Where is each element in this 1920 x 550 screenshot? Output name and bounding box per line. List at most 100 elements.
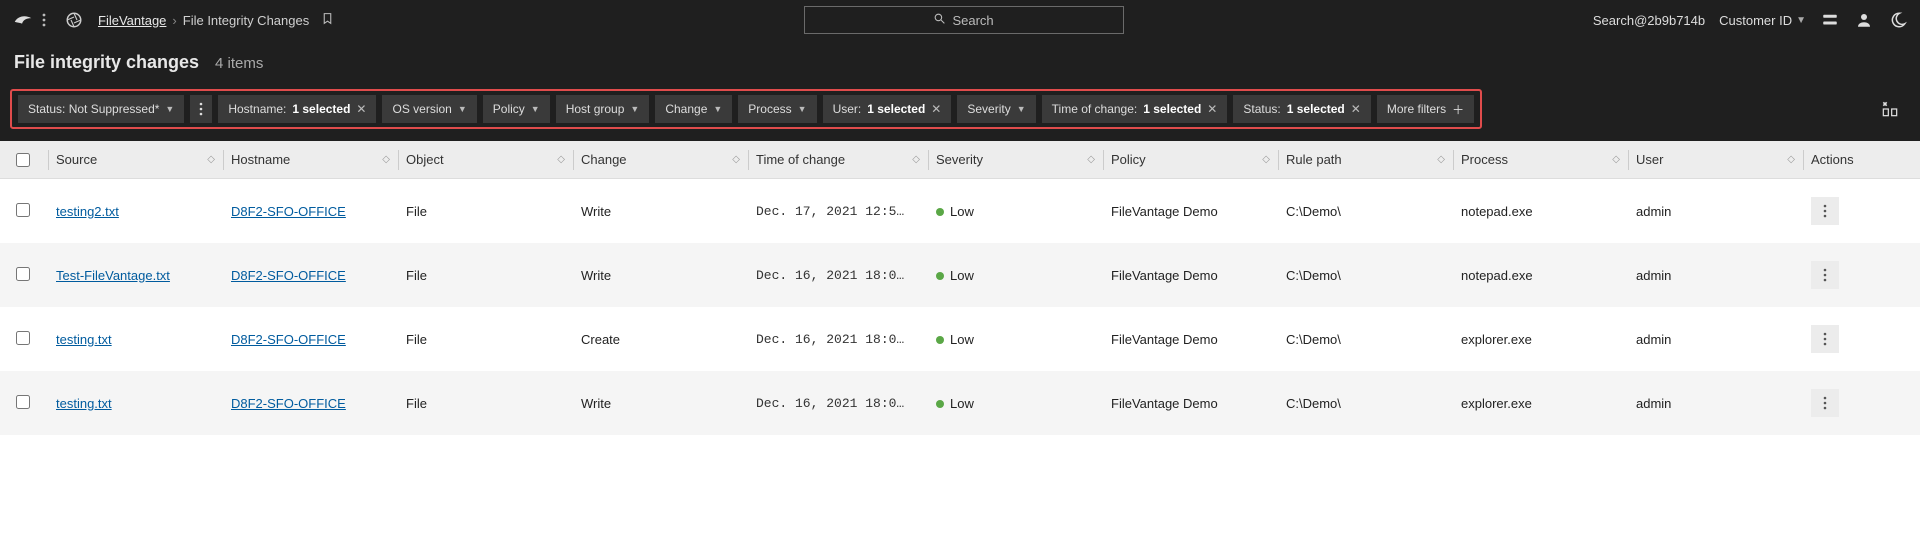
chevron-down-icon: ▼ [165,104,174,114]
filter-highlight-region: Status: Not Suppressed* ▼ Hostname: 1 se… [10,89,1482,129]
more-filters-button[interactable]: More filters ＋ [1377,95,1474,123]
rule-cell: C:\Demo\ [1286,396,1461,411]
chevron-down-icon: ▼ [798,104,807,114]
chevron-down-icon: ▼ [1796,15,1806,26]
time-cell: Dec. 17, 2021 12:5… [756,204,936,219]
row-actions-button[interactable] [1811,325,1839,353]
table-body: testing2.txtD8F2-SFO-OFFICEFileWriteDec.… [0,179,1920,435]
filter-chip[interactable]: Host group▼ [556,95,650,123]
column-layout-icon[interactable] [1876,95,1904,123]
col-process[interactable]: Process◇ [1461,152,1636,167]
policy-cell: FileVantage Demo [1111,268,1286,283]
filter-chip[interactable]: Hostname: 1 selected✕ [218,95,376,123]
filter-kebab-button[interactable] [190,95,212,123]
filter-chip[interactable]: Time of change: 1 selected✕ [1042,95,1228,123]
row-actions-button[interactable] [1811,261,1839,289]
rule-cell: C:\Demo\ [1286,204,1461,219]
app-icon[interactable] [64,10,84,30]
hostname-link[interactable]: D8F2-SFO-OFFICE [231,204,346,219]
settings-icon[interactable] [1820,10,1840,30]
separator-icon [42,13,56,27]
page-title: File integrity changes [14,52,199,73]
user-cell: admin [1636,332,1811,347]
row-actions-button[interactable] [1811,389,1839,417]
process-cell: explorer.exe [1461,396,1636,411]
col-severity[interactable]: Severity◇ [936,152,1111,167]
filter-chips: Hostname: 1 selected✕OS version▼Policy▼H… [218,95,1370,123]
severity-cell: Low [936,204,1111,219]
chevron-right-icon: › [172,13,176,28]
chevron-down-icon: ▼ [1017,104,1026,114]
source-link[interactable]: testing.txt [56,332,112,347]
brand-logo-icon[interactable] [12,9,34,31]
close-icon[interactable]: ✕ [356,102,366,116]
row-checkbox[interactable] [16,267,30,281]
chevron-down-icon: ▼ [630,104,639,114]
table-row: testing.txtD8F2-SFO-OFFICEFileWriteDec. … [0,371,1920,435]
col-hostname[interactable]: Hostname◇ [231,152,406,167]
object-cell: File [406,268,581,283]
row-actions-button[interactable] [1811,197,1839,225]
change-cell: Create [581,332,756,347]
search-icon [933,12,946,28]
page-title-bar: File integrity changes 4 items [0,40,1920,83]
row-checkbox[interactable] [16,395,30,409]
table-row: Test-FileVantage.txt D8F2-SFO-OFFICE FileW… [0,243,1920,307]
filter-chip[interactable]: Policy▼ [483,95,550,123]
topbar-left: FileVantage › File Integrity Changes [12,9,334,31]
object-cell: File [406,332,581,347]
account-label[interactable]: Search@2b9b714b [1593,13,1705,28]
rule-cell: C:\Demo\ [1286,332,1461,347]
source-link[interactable]: Test-FileVantage.txt [56,268,170,283]
row-checkbox[interactable] [16,331,30,345]
col-user[interactable]: User◇ [1636,152,1811,167]
source-link[interactable]: testing.txt [56,396,112,411]
source-link[interactable]: testing2.txt [56,204,119,219]
col-source[interactable]: Source◇ [56,152,231,167]
filter-chip[interactable]: OS version▼ [382,95,476,123]
process-cell: notepad.exe [1461,268,1636,283]
chevron-down-icon: ▼ [531,104,540,114]
topbar-right: Search@2b9b714b Customer ID ▼ [1593,10,1908,30]
topbar: FileVantage › File Integrity Changes Sea… [0,0,1920,40]
search-placeholder: Search [952,13,993,28]
user-cell: admin [1636,268,1811,283]
change-cell: Write [581,396,756,411]
close-icon[interactable]: ✕ [931,102,941,116]
change-cell: Write [581,268,756,283]
table-row: testing2.txtD8F2-SFO-OFFICEFileWriteDec.… [0,179,1920,243]
hostname-link[interactable]: D8F2-SFO-OFFICE [231,332,346,347]
select-all-checkbox[interactable] [16,153,30,167]
select-all-cell [16,153,56,167]
hostname-link[interactable]: D8F2-SFO-OFFICE [231,268,346,283]
table-row: testing.txtD8F2-SFO-OFFICEFileCreateDec.… [0,307,1920,371]
filter-chip[interactable]: Change▼ [655,95,732,123]
dark-mode-icon[interactable] [1888,10,1908,30]
topbar-center: Search [334,6,1593,34]
close-icon[interactable]: ✕ [1207,102,1217,116]
filter-chip[interactable]: Process▼ [738,95,816,123]
col-rule[interactable]: Rule path◇ [1286,152,1461,167]
customer-id-dropdown[interactable]: Customer ID ▼ [1719,13,1806,28]
col-change[interactable]: Change◇ [581,152,756,167]
chevron-down-icon: ▼ [458,104,467,114]
search-input[interactable]: Search [804,6,1124,34]
plus-icon: ＋ [1452,101,1464,118]
user-cell: admin [1636,204,1811,219]
col-object[interactable]: Object◇ [406,152,581,167]
col-time[interactable]: Time of change◇ [756,152,936,167]
bookmark-icon[interactable] [321,12,334,28]
row-checkbox[interactable] [16,203,30,217]
user-icon[interactable] [1854,10,1874,30]
user-cell: admin [1636,396,1811,411]
col-policy[interactable]: Policy◇ [1111,152,1286,167]
filter-chip[interactable]: User: 1 selected✕ [823,95,952,123]
close-icon[interactable]: ✕ [1351,102,1361,116]
filter-chip[interactable]: Status: 1 selected✕ [1233,95,1370,123]
breadcrumb-root-link[interactable]: FileVantage [98,13,166,28]
status-filter-chip[interactable]: Status: Not Suppressed* ▼ [18,95,184,123]
hostname-link[interactable]: D8F2-SFO-OFFICE [231,396,346,411]
severity-dot-icon [936,272,944,280]
chevron-down-icon: ▼ [713,104,722,114]
filter-chip[interactable]: Severity▼ [957,95,1035,123]
